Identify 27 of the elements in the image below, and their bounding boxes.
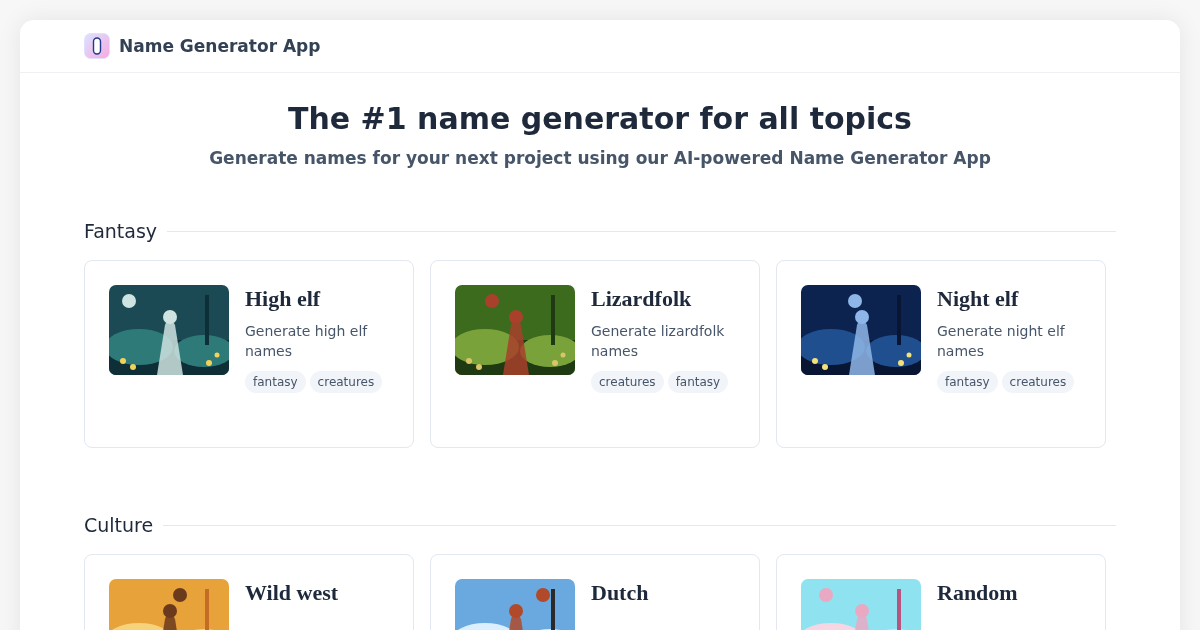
tag: creatures	[591, 371, 664, 393]
card-title: Random	[937, 580, 1018, 606]
card-title: High elf	[245, 286, 321, 312]
tag: creatures	[1001, 371, 1075, 393]
generator-card[interactable]: High elf Generate high elf names fantasy creatures	[84, 260, 414, 448]
tag: fantasy	[667, 371, 729, 393]
card-description: Generate high elf names	[245, 322, 369, 361]
card-title: Night elf	[937, 286, 1019, 312]
card-title: Wild west	[245, 580, 339, 606]
tag: fantasy	[937, 371, 998, 393]
card-description: Generate lizardfolk names	[591, 322, 726, 361]
tag: fantasy	[245, 371, 306, 393]
generator-card[interactable]: Lizardfolk Generate lizardfolk names creatures fantasy	[430, 260, 760, 448]
card-title: Dutch	[591, 580, 649, 606]
card-description: Generate night elf names	[937, 322, 1066, 361]
page-subtitle: Generate names for your next project using our AI-powered Name Generator App	[208, 148, 992, 168]
page-title: The #1 name generator for all topics	[287, 101, 913, 136]
section-title: Fantasy	[84, 220, 158, 242]
card-title: Lizardfolk	[591, 286, 692, 312]
generator-card[interactable]: Night elf Generate night elf names fantasy creatures	[776, 260, 1106, 448]
generator-card[interactable]: Wild west	[84, 554, 414, 630]
tag: creatures	[309, 371, 383, 393]
app-name: Name Generator App	[119, 36, 321, 56]
section-title: Culture	[84, 514, 154, 536]
generator-card[interactable]: Dutch	[430, 554, 760, 630]
logo-icon	[84, 33, 110, 59]
generator-card[interactable]: Random	[776, 554, 1106, 630]
